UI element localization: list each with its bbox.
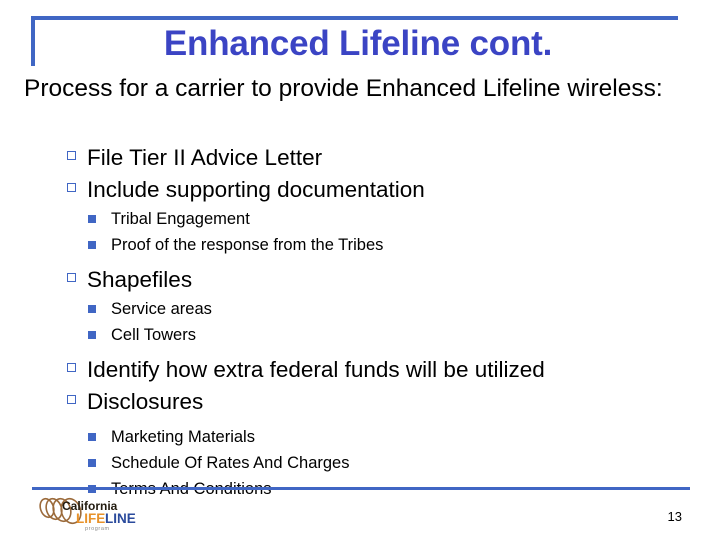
filled-square-bullet-icon xyxy=(88,214,96,223)
title-top-rule xyxy=(31,16,678,20)
list-item-label: File Tier II Advice Letter xyxy=(87,145,323,170)
list-item: Identify how extra federal funds will be… xyxy=(0,354,720,386)
filled-square-bullet-icon xyxy=(88,459,96,467)
page-number: 13 xyxy=(667,509,682,524)
logo-life-text: LIFE xyxy=(76,511,105,526)
list-item: Shapefiles xyxy=(0,264,720,296)
california-lifeline-logo: California LIFE LINE program xyxy=(33,496,157,532)
list-item-label: Proof of the response from the Tribes xyxy=(111,235,384,254)
list-item-label: Marketing Materials xyxy=(111,427,255,446)
bullet-list: File Tier II Advice Letter Include suppo… xyxy=(0,142,720,502)
footer-divider xyxy=(32,487,690,490)
filled-square-bullet-icon xyxy=(88,304,96,313)
logo-line-text: LINE xyxy=(105,511,136,526)
list-item-label: Include supporting documentation xyxy=(87,176,425,202)
hollow-square-bullet-icon xyxy=(67,182,76,192)
filled-square-bullet-icon xyxy=(88,240,96,249)
hollow-square-bullet-icon xyxy=(67,363,76,373)
list-item-label: Disclosures xyxy=(87,389,204,414)
list-item: Disclosures xyxy=(0,386,720,418)
list-item: Service areas xyxy=(0,296,720,322)
logo-program-text: program xyxy=(85,526,110,532)
hollow-square-bullet-icon xyxy=(67,395,76,404)
list-item: Schedule Of Rates And Charges xyxy=(0,450,720,476)
list-item-label: Tribal Engagement xyxy=(111,209,250,228)
hollow-square-bullet-icon xyxy=(67,273,76,282)
slide: Enhanced Lifeline cont. Process for a ca… xyxy=(0,0,720,540)
list-item-label: Shapefiles xyxy=(87,267,193,292)
intro-paragraph: Process for a carrier to provide Enhance… xyxy=(24,75,663,102)
list-item-label: Cell Towers xyxy=(111,326,196,344)
hollow-square-bullet-icon xyxy=(67,151,76,160)
list-item-label: Schedule Of Rates And Charges xyxy=(111,454,350,472)
list-item-label: Service areas xyxy=(111,299,212,318)
list-item: Proof of the response from the Tribes xyxy=(0,232,720,258)
list-item: Cell Towers xyxy=(0,322,720,348)
list-item: File Tier II Advice Letter xyxy=(0,142,720,174)
filled-square-bullet-icon xyxy=(88,432,96,441)
list-item: Include supporting documentation xyxy=(0,174,720,206)
list-item: Marketing Materials xyxy=(0,424,720,450)
filled-square-bullet-icon xyxy=(88,331,96,339)
list-item: Tribal Engagement xyxy=(0,206,720,232)
page-title: Enhanced Lifeline cont. xyxy=(163,24,553,63)
list-item-label: Identify how extra federal funds will be… xyxy=(87,357,545,383)
